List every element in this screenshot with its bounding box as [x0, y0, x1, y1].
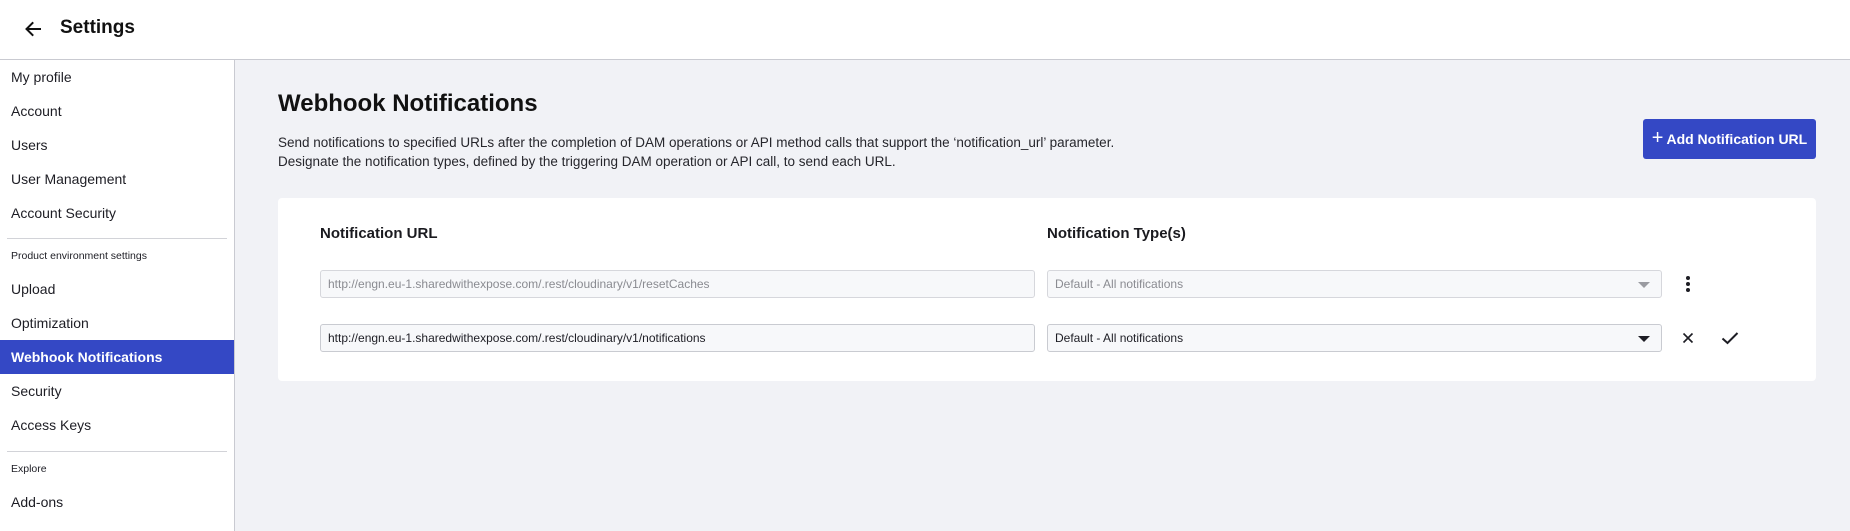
notification-url-input-row-2[interactable] [320, 324, 1035, 352]
sidebar-item-webhook-notifications[interactable]: Webhook Notifications [0, 340, 234, 374]
notification-type-value: Default - All notifications [1055, 277, 1184, 291]
arrow-left-icon [25, 21, 41, 37]
close-icon [1682, 332, 1694, 344]
sidebar-section-product-environment: Product environment settings [11, 250, 147, 262]
cancel-edit-button[interactable] [1676, 326, 1700, 350]
sidebar-item-users[interactable]: Users [0, 128, 234, 162]
sidebar-divider [7, 451, 227, 452]
notification-url-column-label: Notification URL [320, 225, 438, 242]
caret-down-icon [1638, 282, 1650, 288]
sidebar-divider [7, 238, 227, 239]
caret-down-icon [1638, 336, 1650, 342]
save-edit-button[interactable] [1718, 326, 1742, 350]
sidebar-item-security[interactable]: Security [0, 374, 234, 408]
add-notification-url-button[interactable]: + Add Notification URL [1643, 119, 1816, 159]
notification-url-value[interactable] [328, 277, 1034, 291]
sidebar-item-add-ons[interactable]: Add-ons [0, 485, 234, 519]
page-description: Send notifications to specified URLs aft… [278, 135, 1115, 169]
sidebar-item-upload[interactable]: Upload [0, 272, 234, 306]
notification-url-input-row-1[interactable] [320, 270, 1035, 298]
sidebar-item-user-management[interactable]: User Management [0, 162, 234, 196]
notification-type-select-row-1[interactable]: Default - All notifications [1047, 270, 1662, 298]
back-button[interactable] [20, 16, 46, 42]
add-notification-url-label: Add Notification URL [1666, 131, 1808, 147]
plus-icon: + [1651, 127, 1664, 149]
webhook-card: Notification URL Notification Type(s) De… [278, 198, 1816, 381]
notification-url-value[interactable] [328, 331, 1034, 345]
notification-type-column-label: Notification Type(s) [1047, 225, 1186, 242]
sidebar-item-access-keys[interactable]: Access Keys [0, 408, 234, 442]
more-options-button[interactable] [1676, 272, 1700, 296]
notification-type-value: Default - All notifications [1055, 331, 1184, 345]
top-header: Settings [0, 0, 1850, 60]
sidebar-item-my-profile[interactable]: My profile [0, 60, 234, 94]
checkmark-icon [1721, 332, 1739, 345]
sidebar-section-explore: Explore [11, 463, 47, 475]
kebab-menu-icon [1686, 276, 1690, 292]
settings-sidebar: My profile Account Users User Management… [0, 60, 235, 531]
header-title: Settings [60, 17, 135, 38]
sidebar-item-account[interactable]: Account [0, 94, 234, 128]
sidebar-item-optimization[interactable]: Optimization [0, 306, 234, 340]
notification-type-select-row-2[interactable]: Default - All notifications [1047, 324, 1662, 352]
page-title: Webhook Notifications [278, 90, 538, 117]
main-content: Webhook Notifications Send notifications… [236, 60, 1850, 531]
sidebar-item-account-security[interactable]: Account Security [0, 196, 234, 230]
